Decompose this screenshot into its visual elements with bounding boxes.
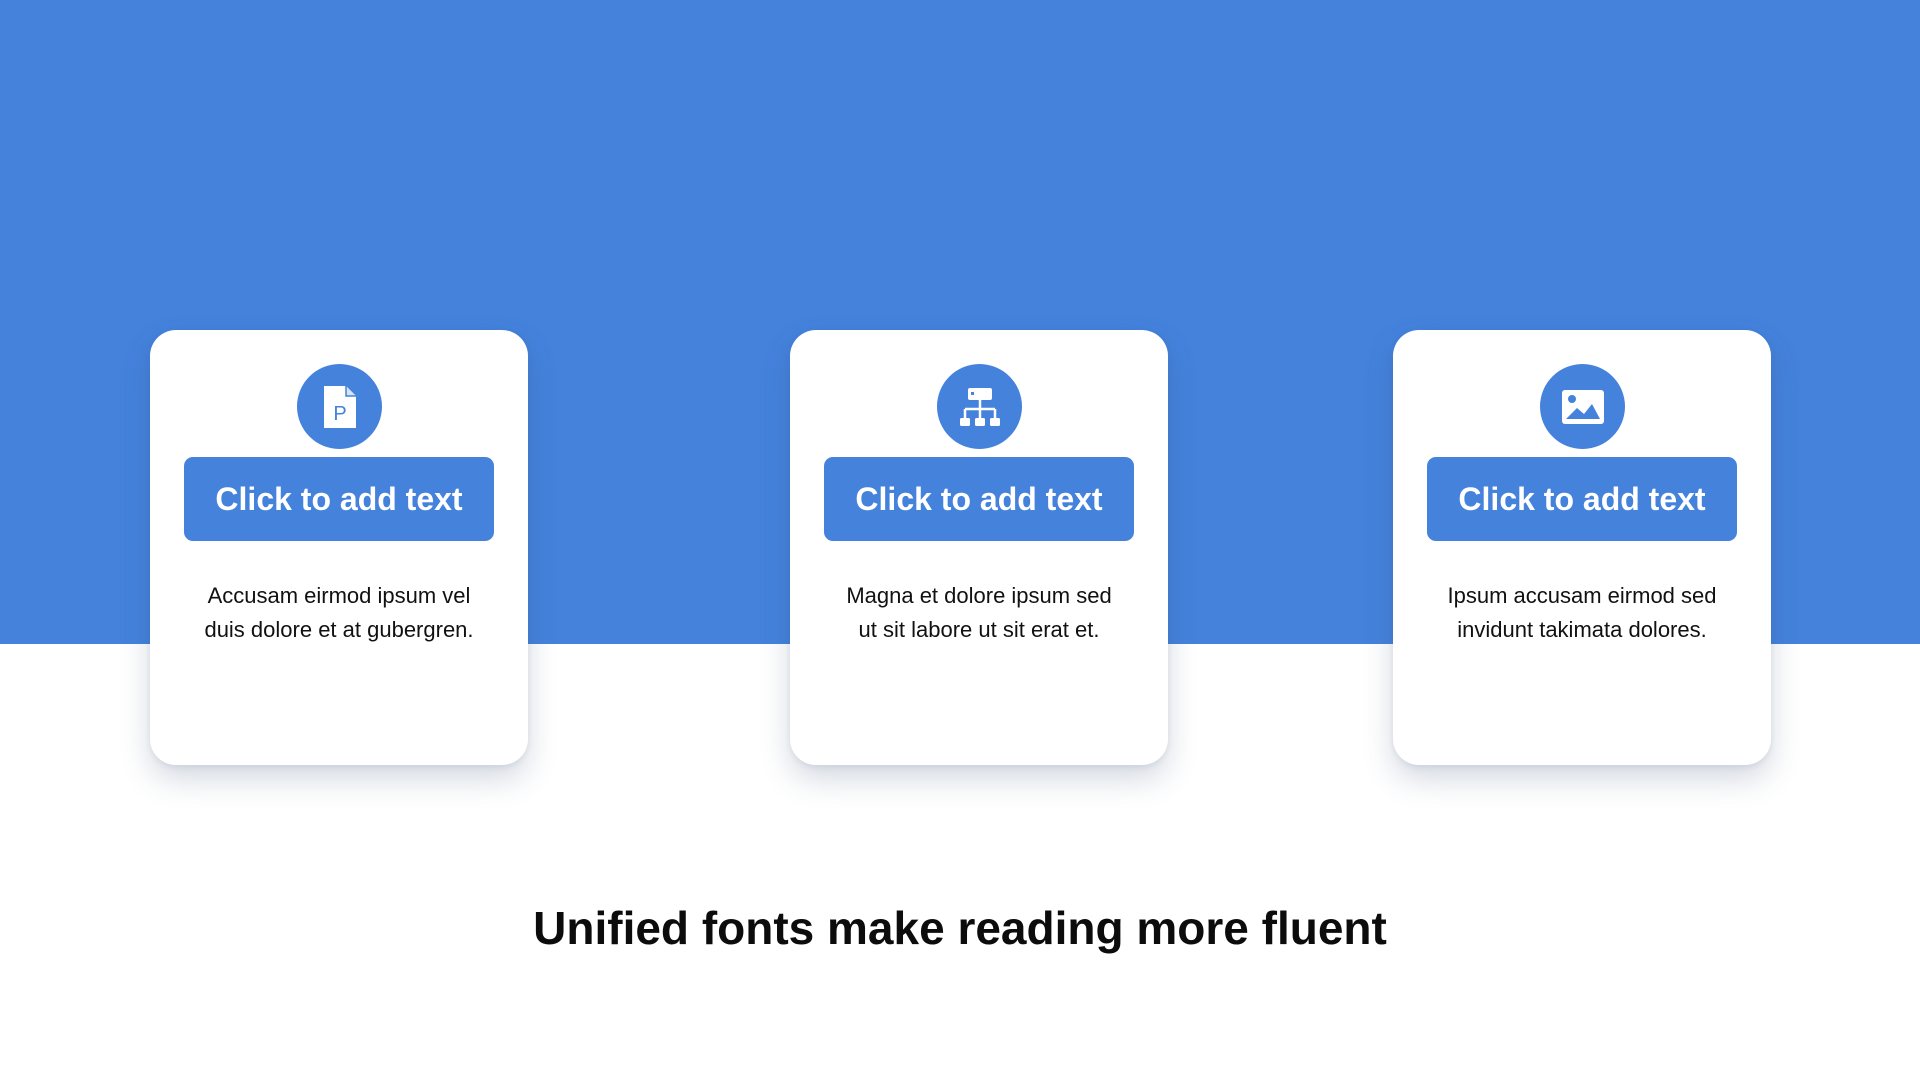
card-2-add-text-button[interactable]: Click to add text (824, 457, 1134, 541)
card-1-add-text-button[interactable]: Click to add text (184, 457, 494, 541)
svg-text:P: P (333, 403, 346, 425)
card-3-add-text-button[interactable]: Click to add text (1427, 457, 1737, 541)
org-chart-icon (937, 364, 1022, 449)
card-3-description: Ipsum accusam eirmod sed invidunt takima… (1447, 583, 1717, 642)
feature-card-1: P Click to add text Accusam eirmod ipsum… (150, 330, 528, 765)
page-title: Unified fonts make reading more fluent (533, 902, 1387, 954)
image-icon (1540, 364, 1625, 449)
document-p-icon: P (297, 364, 382, 449)
card-2-description: Magna et dolore ipsum sed ut sit labore … (846, 583, 1112, 642)
feature-card-2: Click to add text Magna et dolore ipsum … (790, 330, 1168, 765)
feature-card-3: Click to add text Ipsum accusam eirmod s… (1393, 330, 1771, 765)
card-1-description: Accusam eirmod ipsum vel duis dolore et … (204, 583, 474, 642)
